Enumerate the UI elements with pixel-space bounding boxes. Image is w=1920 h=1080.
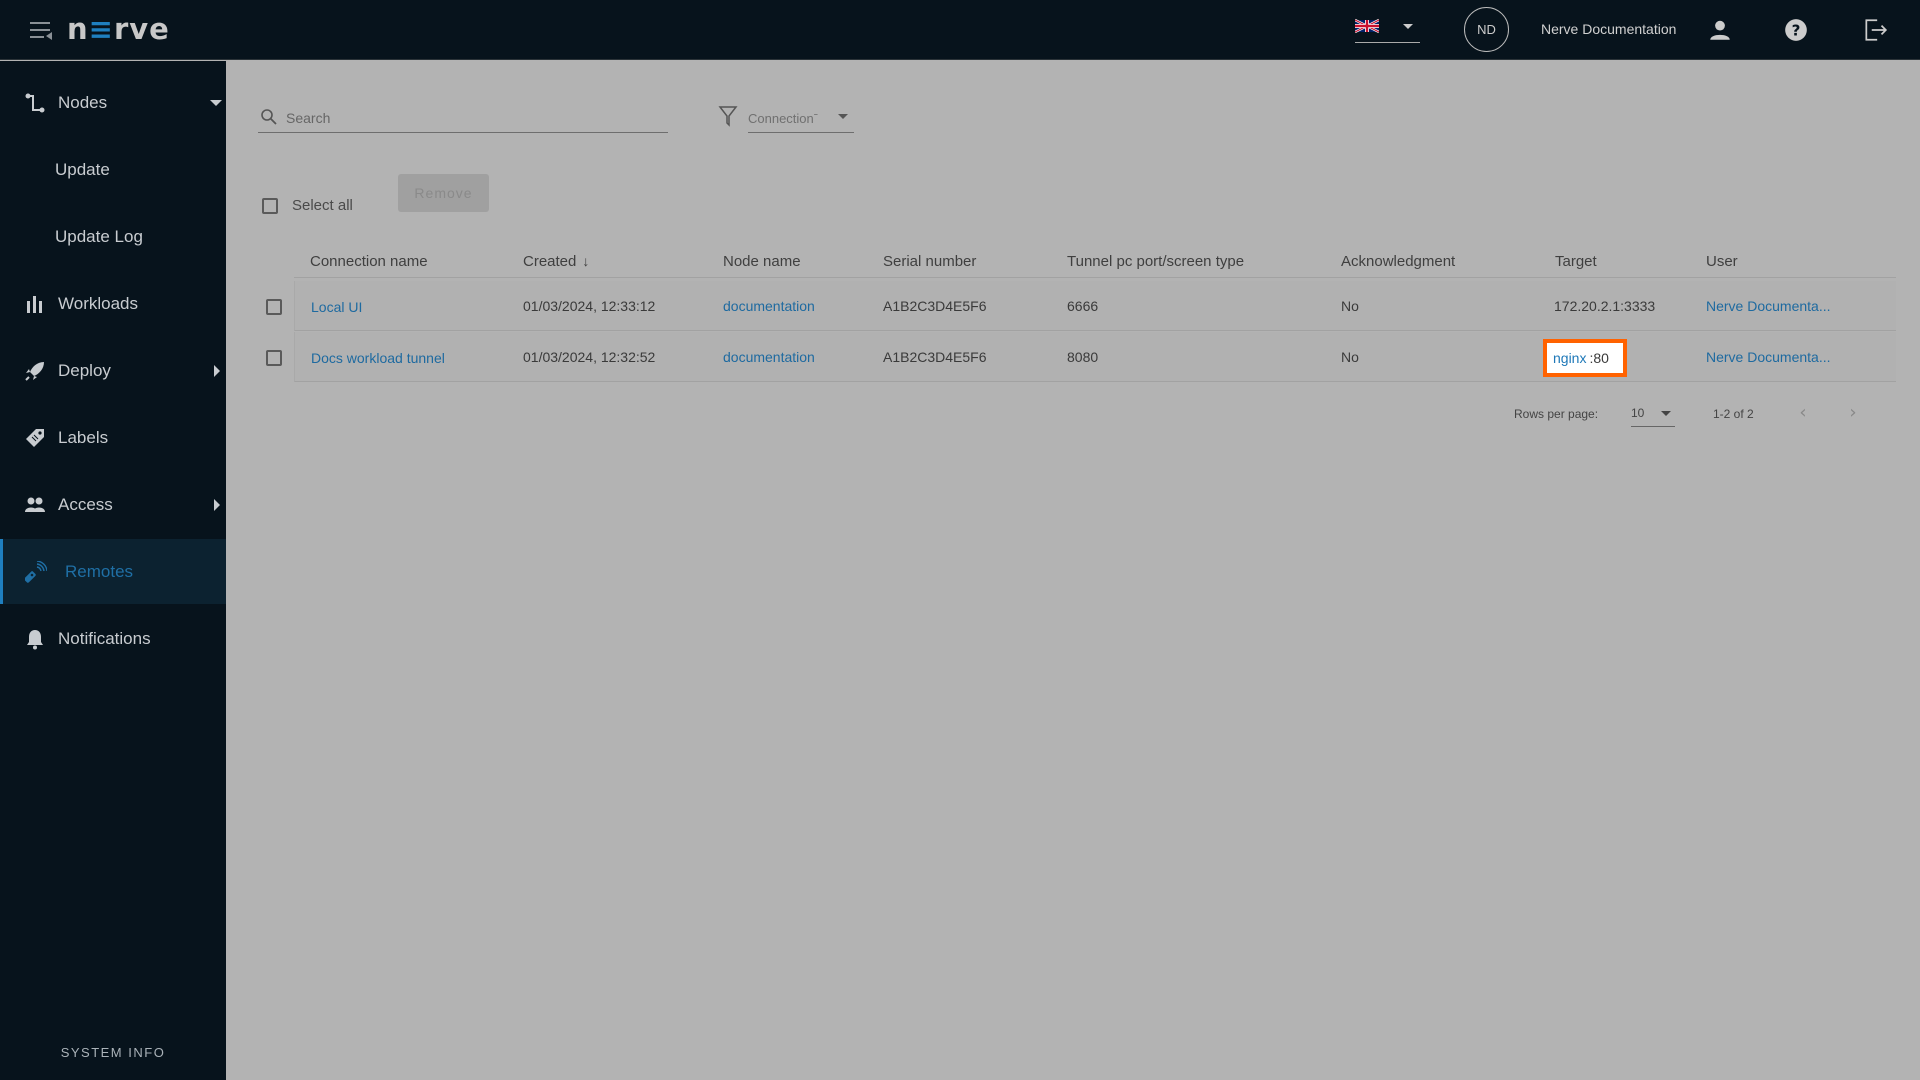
logo-text-rve: rve	[113, 12, 170, 46]
nodes-icon	[25, 93, 45, 112]
sidebar-item-update[interactable]: Update	[0, 137, 226, 202]
svg-text:?: ?	[1792, 21, 1801, 39]
chevron-down-icon	[1661, 411, 1671, 416]
row-checkbox[interactable]	[266, 350, 282, 366]
tag-icon	[26, 428, 44, 447]
column-header-created-label: Created	[523, 253, 577, 270]
logout-icon[interactable]	[1862, 17, 1888, 43]
chevron-down-icon	[1403, 24, 1413, 29]
target-port: :80	[1589, 350, 1609, 366]
avatar[interactable]: ND	[1464, 7, 1509, 52]
uk-flag-icon	[1355, 18, 1379, 34]
search-icon	[261, 109, 277, 125]
node-name-link[interactable]: documentation	[723, 298, 815, 314]
sidebar-item-remotes[interactable]: Remotes	[0, 539, 226, 604]
column-header-node-name[interactable]: Node name	[723, 253, 801, 270]
nerve-logo: n≡rve	[67, 12, 170, 46]
users-icon	[25, 497, 45, 512]
rows-per-page-select[interactable]: 10	[1631, 403, 1675, 427]
target-cell-highlighted: nginx:80	[1543, 339, 1627, 377]
filter-value: Connectionˉ	[748, 111, 819, 126]
connection-filter-select[interactable]: Connectionˉ	[748, 107, 854, 133]
table-header-divider	[294, 277, 1896, 278]
sidebar-item-deploy[interactable]: Deploy	[0, 338, 226, 403]
column-header-serial-number[interactable]: Serial number	[883, 253, 976, 270]
sidebar-item-label: Labels	[58, 427, 109, 447]
previous-page-button[interactable]: ‹	[1793, 403, 1813, 423]
column-header-acknowledgment[interactable]: Acknowledgment	[1341, 253, 1455, 270]
bell-icon	[27, 629, 43, 649]
column-header-created[interactable]: Created ↓	[523, 253, 589, 270]
target-service-link[interactable]: nginx	[1553, 350, 1586, 366]
sidebar-item-workloads[interactable]: Workloads	[0, 271, 226, 336]
acknowledgment-cell: No	[1341, 298, 1359, 314]
menu-icon[interactable]	[30, 20, 52, 40]
sidebar-item-access[interactable]: Access	[0, 472, 226, 537]
remote-icon	[25, 560, 47, 583]
chevron-right-icon	[214, 364, 220, 377]
sidebar-item-label: Notifications	[58, 628, 151, 648]
sort-down-icon: ↓	[582, 253, 590, 269]
filter-icon	[718, 106, 738, 127]
logo-text-n: n	[67, 12, 89, 46]
sidebar-item-notifications[interactable]: Notifications	[0, 606, 226, 671]
next-page-button[interactable]: ›	[1843, 403, 1863, 423]
connection-name-link[interactable]: Docs workload tunnel	[311, 350, 445, 366]
sidebar-item-update-log[interactable]: Update Log	[0, 204, 226, 269]
help-icon[interactable]: ?	[1783, 17, 1809, 43]
sidebar: Nodes Update Update Log Workloads Deploy…	[0, 61, 226, 1080]
column-header-user[interactable]: User	[1706, 253, 1738, 270]
created-cell: 01/03/2024, 12:32:52	[523, 349, 656, 365]
sidebar-item-label: Nodes	[58, 92, 108, 112]
node-name-link[interactable]: documentation	[723, 349, 815, 365]
remove-button[interactable]: Remove	[398, 174, 489, 212]
main-content	[226, 61, 1920, 1080]
sidebar-item-label: Remotes	[65, 561, 134, 581]
serial-number-cell: A1B2C3D4E5F6	[883, 349, 987, 365]
chevron-down-icon	[210, 99, 222, 106]
sidebar-item-label: Update Log	[55, 226, 143, 246]
user-icon[interactable]	[1707, 17, 1733, 43]
sidebar-item-labels[interactable]: Labels	[0, 405, 226, 470]
search-input[interactable]	[286, 107, 656, 129]
select-all-label: Select all	[292, 197, 353, 214]
row-checkbox[interactable]	[266, 299, 282, 315]
chevron-right-icon	[214, 498, 220, 511]
pagination-range: 1-2 of 2	[1713, 407, 1754, 421]
rows-per-page-label: Rows per page:	[1514, 407, 1599, 421]
serial-number-cell: A1B2C3D4E5F6	[883, 298, 987, 314]
sidebar-item-nodes[interactable]: Nodes	[0, 70, 226, 135]
sidebar-item-label: Update	[55, 159, 110, 179]
top-header: n≡rve ND Nerve Documentation ?	[0, 0, 1920, 60]
workloads-icon	[27, 295, 42, 313]
select-all-checkbox[interactable]	[262, 197, 278, 214]
column-header-connection-name[interactable]: Connection name	[310, 253, 428, 270]
rocket-icon	[25, 361, 44, 381]
select-all[interactable]: Select all	[262, 197, 353, 214]
sidebar-item-label: Workloads	[58, 293, 138, 313]
system-info-link[interactable]: SYSTEM INFO	[0, 1045, 226, 1060]
logo-text-e: ≡	[88, 12, 114, 46]
column-header-tunnel-port[interactable]: Tunnel pc port/screen type	[1067, 253, 1244, 270]
search-field[interactable]	[258, 103, 668, 133]
column-header-target[interactable]: Target	[1555, 253, 1597, 270]
sidebar-item-label: Deploy	[58, 360, 111, 380]
target-cell: 172.20.2.1:3333	[1554, 298, 1656, 314]
rows-per-page-value: 10	[1631, 406, 1645, 420]
tunnel-port-cell: 6666	[1067, 298, 1099, 314]
connection-name-link[interactable]: Local UI	[311, 299, 362, 315]
user-link[interactable]: Nerve Documenta...	[1706, 349, 1831, 365]
tunnel-port-cell: 8080	[1067, 349, 1099, 365]
acknowledgment-cell: No	[1341, 349, 1359, 365]
created-cell: 01/03/2024, 12:33:12	[523, 298, 656, 314]
username: Nerve Documentation	[1541, 21, 1677, 37]
sidebar-item-label: Access	[58, 494, 113, 514]
language-selector[interactable]	[1355, 16, 1420, 43]
chevron-down-icon	[838, 114, 848, 119]
user-link[interactable]: Nerve Documenta...	[1706, 298, 1831, 314]
